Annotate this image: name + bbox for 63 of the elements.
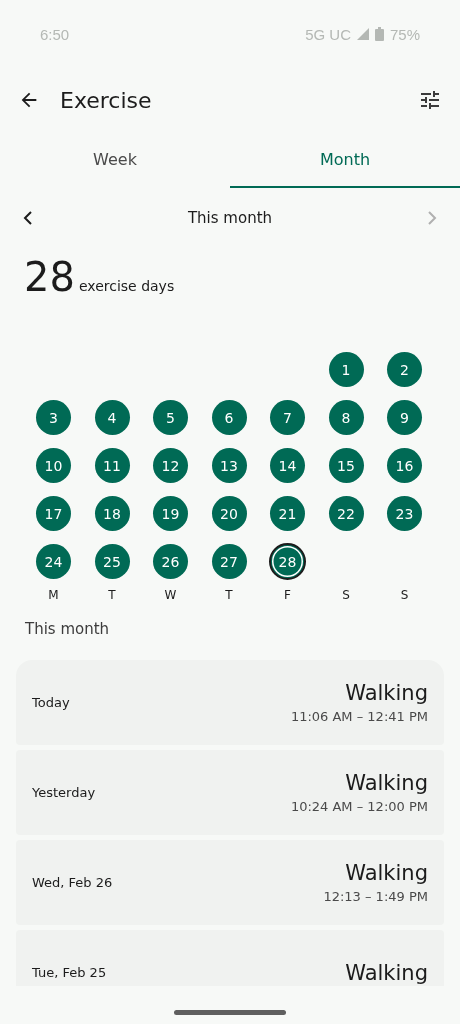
calendar-day[interactable]: 14: [270, 448, 305, 483]
screen-title: Exercise: [60, 87, 153, 113]
calendar-day[interactable]: 23: [387, 496, 422, 531]
calendar-day[interactable]: 28: [270, 544, 305, 579]
calendar-day[interactable]: 18: [94, 496, 130, 531]
weekday-label: W: [163, 588, 178, 602]
calendar-day[interactable]: 3: [36, 400, 71, 435]
period-label: This month: [186, 209, 274, 227]
session-date: Today: [32, 695, 71, 710]
battery-percent: 75%: [389, 25, 420, 43]
calendar-day[interactable]: 20: [211, 496, 247, 531]
weekday-label: F: [283, 588, 292, 602]
filter-button[interactable]: [418, 88, 442, 112]
session-date: Yesterday: [32, 785, 97, 800]
calendar-day[interactable]: 19: [153, 496, 188, 531]
calendar-day[interactable]: 27: [211, 544, 247, 579]
count-unit: exercise days: [78, 278, 175, 294]
calendar-day[interactable]: 9: [387, 400, 422, 435]
session-time: 10:24 AM – 12:00 PM: [290, 799, 428, 814]
calendar-day[interactable]: 26: [153, 544, 188, 579]
weekday-label: S: [341, 588, 351, 602]
calendar-day[interactable]: 15: [328, 448, 364, 483]
calendar-day[interactable]: 6: [211, 400, 247, 435]
battery-icon: [374, 27, 384, 41]
tab[interactable]: Week: [0, 132, 230, 188]
calendar-day[interactable]: 12: [153, 448, 188, 483]
network-label: 5G UC: [305, 25, 351, 43]
tab[interactable]: Month: [230, 132, 460, 188]
section-title: This month: [25, 620, 111, 638]
status-time: 6:50: [40, 25, 70, 43]
session-card[interactable]: Wed, Feb 26 Walking 12:13 – 1:49 PM: [16, 840, 444, 925]
calendar-day[interactable]: 25: [94, 544, 130, 579]
calendar-day[interactable]: 13: [211, 448, 247, 483]
signal-icon: [356, 28, 369, 40]
session-card[interactable]: Tue, Feb 25 Walking: [16, 930, 444, 986]
calendar-day[interactable]: 11: [94, 448, 130, 483]
activity-name: Walking: [345, 861, 428, 885]
calendar-day[interactable]: 24: [36, 544, 71, 579]
calendar-day[interactable]: 1: [328, 352, 364, 387]
session-date: Wed, Feb 26: [32, 875, 114, 890]
calendar-day[interactable]: 21: [270, 496, 305, 531]
calendar-day[interactable]: 7: [270, 400, 305, 435]
session-time: 12:13 – 1:49 PM: [323, 889, 428, 904]
weekday-label: T: [107, 588, 117, 602]
calendar-day[interactable]: 4: [94, 400, 130, 435]
session-card[interactable]: Today Walking 11:06 AM – 12:41 PM: [16, 660, 444, 745]
calendar-day[interactable]: 10: [36, 448, 71, 483]
weekday-label: M: [47, 588, 60, 602]
exercise-day-count: 28: [24, 254, 75, 300]
session-date: Tue, Feb 25: [32, 965, 108, 980]
calendar-day[interactable]: 5: [153, 400, 188, 435]
session-card[interactable]: Yesterday Walking 10:24 AM – 12:00 PM: [16, 750, 444, 835]
activity-name: Walking: [345, 681, 428, 705]
calendar-day[interactable]: 8: [328, 400, 364, 435]
session-time: 11:06 AM – 12:41 PM: [290, 709, 428, 724]
calendar-day[interactable]: 2: [387, 352, 422, 387]
weekday-label: T: [224, 588, 234, 602]
activity-name: Walking: [345, 771, 428, 795]
calendar-day[interactable]: 17: [36, 496, 71, 531]
calendar-day[interactable]: 16: [387, 448, 422, 483]
calendar-day[interactable]: 22: [328, 496, 364, 531]
activity-name: Walking: [345, 960, 428, 985]
weekday-label: S: [399, 588, 410, 602]
